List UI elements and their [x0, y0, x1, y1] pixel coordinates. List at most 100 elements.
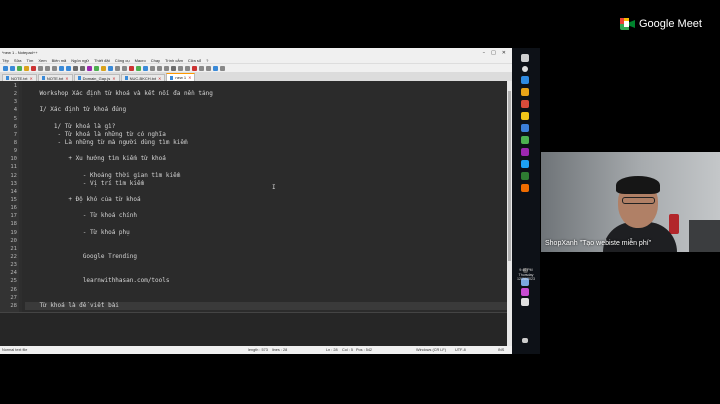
taskbar-app-icon[interactable]	[521, 124, 529, 132]
toolbar-button-icon[interactable]	[87, 65, 92, 71]
menu-item[interactable]: ?	[206, 58, 208, 63]
notification-icon[interactable]	[522, 338, 528, 343]
text-line[interactable]	[25, 245, 507, 253]
file-tab[interactable]: NUC-BKCH.txt ✕	[120, 74, 166, 81]
toolbar-button-icon[interactable]	[150, 65, 155, 71]
close-tab-icon[interactable]: ✕	[158, 76, 161, 81]
file-tab[interactable]: NOTE.txt ✕	[2, 74, 37, 81]
participant-video-tile[interactable]: ShopXanh "Tạo webiste miễn phí"	[541, 152, 720, 252]
toolbar-button-icon[interactable]	[59, 65, 64, 71]
taskbar-app-icon[interactable]	[521, 100, 529, 108]
file-tab[interactable]: Domain_Gap.js ✕	[73, 74, 120, 81]
menu-item[interactable]: Sửa	[14, 58, 22, 63]
text-line[interactable]	[25, 163, 507, 171]
toolbar-button-icon[interactable]	[143, 65, 148, 71]
menu-item[interactable]: Tìm	[26, 58, 33, 63]
text-line[interactable]	[25, 115, 507, 123]
toolbar-button-icon[interactable]	[52, 65, 57, 71]
toolbar-button-icon[interactable]	[115, 65, 120, 71]
wifi-icon[interactable]	[521, 298, 529, 306]
close-tab-icon[interactable]: ✕	[188, 75, 191, 80]
editor-area[interactable]: 1 2 3 4 5 6 7 8 9 10 11 12 13 14 15 16 17 18 19 20 21 22 23 24 2…	[0, 81, 507, 346]
toolbar-button-icon[interactable]	[171, 65, 176, 71]
editor-text[interactable]: Workshop Xác định từ khoá và kết nối đa …	[22, 81, 507, 346]
taskbar-app-icon[interactable]	[521, 184, 529, 192]
toolbar-button-icon[interactable]	[10, 65, 15, 71]
toolbar-button-icon[interactable]	[108, 65, 113, 71]
menu-item[interactable]: Chạy	[151, 58, 160, 63]
text-line[interactable]	[25, 286, 507, 294]
toolbar-button-icon[interactable]	[157, 65, 162, 71]
tray-icon[interactable]	[521, 288, 529, 296]
menu-item[interactable]: Cửa sổ	[188, 58, 201, 63]
menu-item[interactable]: Biên mã	[52, 58, 67, 63]
toolbar-button-icon[interactable]	[24, 65, 29, 71]
toolbar-button-icon[interactable]	[178, 65, 183, 71]
text-line[interactable]	[25, 147, 507, 155]
toolbar-button-icon[interactable]	[206, 65, 211, 71]
notepad-plus-plus-icon[interactable]	[521, 172, 529, 180]
text-line[interactable]: I/ Xác định từ khoá đúng	[25, 106, 507, 114]
search-icon[interactable]	[522, 66, 528, 72]
text-line[interactable]	[25, 261, 507, 269]
text-line[interactable]: Google Trending	[25, 253, 507, 261]
toolbar-button-icon[interactable]	[38, 65, 43, 71]
menu-item[interactable]: Xem	[38, 58, 46, 63]
text-line[interactable]	[25, 237, 507, 245]
toolbar-button-icon[interactable]	[136, 65, 141, 71]
text-line[interactable]: - Khoảng thời gian tìm kiếm	[25, 172, 507, 180]
toolbar-button-icon[interactable]	[122, 65, 127, 71]
toolbar-button-icon[interactable]	[199, 65, 204, 71]
close-tab-icon[interactable]: ✕	[29, 76, 32, 81]
menu-item[interactable]: Macro	[135, 58, 146, 63]
toolbar-button-icon[interactable]	[220, 65, 225, 71]
taskbar-app-icon[interactable]	[521, 160, 529, 168]
text-line[interactable]: 1/ Từ khoá là gì?	[25, 123, 507, 131]
text-line[interactable]	[25, 98, 507, 106]
text-line[interactable]: + Độ khó của từ khoá	[25, 196, 507, 204]
toolbar-button-icon[interactable]	[185, 65, 190, 71]
toolbar-button-icon[interactable]	[129, 65, 134, 71]
toolbar-button-icon[interactable]	[45, 65, 50, 71]
menu-item[interactable]: Công cụ	[115, 58, 130, 63]
menu-item[interactable]: Thiết đặt	[94, 58, 110, 63]
text-line[interactable]: - Là những từ mà người dùng tìm kiếm	[25, 139, 507, 147]
text-line[interactable]	[25, 188, 507, 196]
maximize-icon[interactable]: □	[491, 50, 496, 56]
text-line[interactable]: - Từ khoá phụ	[25, 229, 507, 237]
folder-icon[interactable]	[521, 88, 529, 96]
text-line[interactable]	[25, 294, 507, 302]
text-line[interactable]: + Xu hướng tìm kiếm từ khoá	[25, 155, 507, 163]
file-tab[interactable]: NOTE.txt ✕	[37, 74, 73, 81]
text-line[interactable]	[25, 82, 507, 90]
toolbar-button-icon[interactable]	[80, 65, 85, 71]
text-line[interactable]: learnwithhasan.com/tools	[25, 277, 507, 285]
chrome-icon[interactable]	[521, 112, 529, 120]
toolbar-button-icon[interactable]	[73, 65, 78, 71]
scrollbar-thumb[interactable]	[508, 91, 511, 261]
start-icon[interactable]	[521, 54, 529, 62]
taskbar-app-icon[interactable]	[521, 76, 529, 84]
toolbar-button-icon[interactable]	[31, 65, 36, 71]
text-line[interactable]: Workshop Xác định từ khoá và kết nối đa …	[25, 90, 507, 98]
toolbar-button-icon[interactable]	[192, 65, 197, 71]
minimize-icon[interactable]: –	[483, 50, 486, 56]
toolbar-button-icon[interactable]	[101, 65, 106, 71]
toolbar-button-icon[interactable]	[94, 65, 99, 71]
close-icon[interactable]: ✕	[502, 50, 506, 56]
text-line[interactable]	[25, 204, 507, 212]
text-line[interactable]: - Vị trí tìm kiếm	[25, 180, 507, 188]
text-line[interactable]: - Từ khoá là những từ có nghĩa	[25, 131, 507, 139]
menu-item[interactable]: Tệp	[2, 58, 9, 63]
close-tab-icon[interactable]: ✕	[112, 76, 115, 81]
text-line[interactable]	[25, 269, 507, 277]
text-line[interactable]: Từ khoá là để viết bài	[25, 301, 507, 310]
file-tab[interactable]: new 1 ✕	[166, 73, 196, 81]
toolbar-button-icon[interactable]	[213, 65, 218, 71]
text-line[interactable]: - Từ khoá chính	[25, 212, 507, 220]
menu-item[interactable]: Trình cắm	[165, 58, 183, 63]
toolbar-button-icon[interactable]	[17, 65, 22, 71]
toolbar-button-icon[interactable]	[66, 65, 71, 71]
close-tab-icon[interactable]: ✕	[65, 76, 68, 81]
taskbar-app-icon[interactable]	[521, 148, 529, 156]
